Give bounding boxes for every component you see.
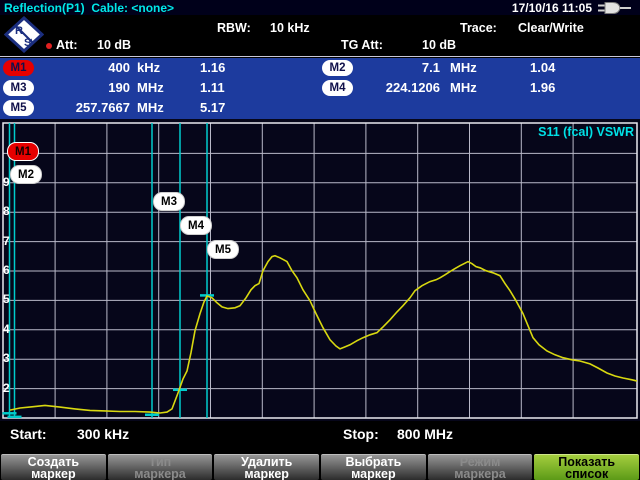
softkey-создать[interactable]: Создатьмаркер — [1, 454, 106, 480]
trace-mode-label: Trace: — [460, 21, 497, 35]
softkey-label-line2: маркер — [244, 468, 289, 480]
datetime: 17/10/16 11:05 — [512, 1, 592, 15]
marker-table: M1400 kHz 1.16 M3190 MHz 1.11 M5257.7667 MHz 5.1… — [0, 58, 640, 119]
tg-att-value: 10 dB — [422, 38, 456, 52]
marker-freq: 400 — [36, 60, 130, 75]
softkey-label-line2: маркер — [351, 468, 396, 480]
marker-vswr-value: 1.11 — [200, 80, 225, 95]
chart-marker-badge-m1: M1 — [7, 142, 39, 161]
marker-badge-m4: M4 — [322, 80, 353, 96]
vswr-trace — [10, 256, 637, 413]
softkey-label-line2: маркер — [31, 468, 76, 480]
y-axis-label-6: 6 — [3, 263, 15, 277]
y-axis-label-3: 3 — [3, 351, 15, 365]
chart-marker-badge-m2: M2 — [10, 165, 42, 184]
marker-vswr-value: 1.16 — [200, 60, 225, 75]
header-separator — [0, 56, 640, 57]
softkey-label-line1: Удалить — [241, 456, 292, 468]
y-axis-label-4: 4 — [3, 322, 15, 336]
start-freq-label: Start: — [10, 426, 47, 442]
softkey-label-line1: Показать — [558, 456, 615, 468]
softkey-показать[interactable]: Показатьсписок — [534, 454, 639, 480]
softkey-label-line1: Режим — [460, 456, 501, 468]
softkey-выбрать[interactable]: Выбратьмаркер — [321, 454, 426, 480]
att-label: Att: — [56, 38, 78, 52]
rohde-schwarz-logo-icon: R S — [4, 16, 44, 53]
y-axis-label-8: 8 — [3, 204, 15, 218]
stop-freq-value: 800 MHz — [397, 426, 453, 442]
softkey-тип[interactable]: Типмаркера — [108, 454, 213, 480]
marker-badge-m3: M3 — [3, 80, 34, 96]
analyzer-screen: Reflection(P1) Cable: <none> 17/10/16 11… — [0, 0, 640, 480]
rbw-value: 10 kHz — [270, 21, 310, 35]
marker-vswr-value: 1.04 — [530, 60, 555, 75]
marker-freq: 257.7667 — [36, 100, 130, 115]
vswr-plot-svg — [0, 119, 640, 421]
marker-freq: 7.1 — [356, 60, 440, 75]
trace-info-label: S11 (fcal) VSWR — [538, 125, 634, 139]
trace-mode-value: Clear/Write — [518, 21, 584, 35]
measurement-title: Reflection(P1) Cable: <none> — [4, 1, 174, 15]
marker-freq-unit: MHz — [137, 100, 164, 115]
start-freq-value: 300 kHz — [77, 426, 129, 442]
softkey-label-line2: маркера — [134, 468, 185, 480]
marker-badge-m5: M5 — [3, 100, 34, 116]
marker-badge-m2: M2 — [322, 60, 353, 76]
vswr-chart: S11 (fcal) VSWR 98765432M1M2M3M4M5 — [0, 119, 640, 421]
marker-freq-unit: kHz — [137, 60, 160, 75]
y-axis-label-2: 2 — [3, 381, 15, 395]
y-axis-label-7: 7 — [3, 234, 15, 248]
ac-power-plug-icon — [598, 2, 632, 14]
softkey-label-line1: Тип — [149, 456, 171, 468]
tg-att-label: TG Att: — [341, 38, 383, 52]
att-status-dot — [46, 43, 52, 49]
marker-vswr-value: 5.17 — [200, 100, 225, 115]
marker-freq-unit: MHz — [450, 60, 477, 75]
svg-text:S: S — [24, 37, 31, 49]
softkey-удалить[interactable]: Удалитьмаркер — [214, 454, 319, 480]
softkey-label-line2: список — [565, 468, 608, 480]
chart-marker-badge-m3: M3 — [153, 192, 185, 211]
y-axis-label-5: 5 — [3, 292, 15, 306]
att-value: 10 dB — [97, 38, 131, 52]
chart-marker-badge-m5: M5 — [207, 240, 239, 259]
softkey-label-line1: Выбрать — [345, 456, 401, 468]
marker-freq-unit: MHz — [137, 80, 164, 95]
marker-freq: 224.1206 — [356, 80, 440, 95]
chart-marker-badge-m4: M4 — [180, 216, 212, 235]
marker-vswr-value: 1.96 — [530, 80, 555, 95]
softkey-bar: СоздатьмаркерТипмаркераУдалитьмаркерВыбр… — [0, 454, 640, 480]
softkey-label-line1: Создать — [28, 456, 79, 468]
marker-badge-m1: M1 — [3, 60, 34, 76]
stop-freq-label: Stop: — [343, 426, 379, 442]
softkey-режим[interactable]: Режиммаркера — [428, 454, 533, 480]
rbw-label: RBW: — [217, 21, 251, 35]
softkey-label-line2: маркера — [454, 468, 505, 480]
svg-text:R: R — [15, 25, 23, 37]
marker-freq: 190 — [36, 80, 130, 95]
marker-freq-unit: MHz — [450, 80, 477, 95]
